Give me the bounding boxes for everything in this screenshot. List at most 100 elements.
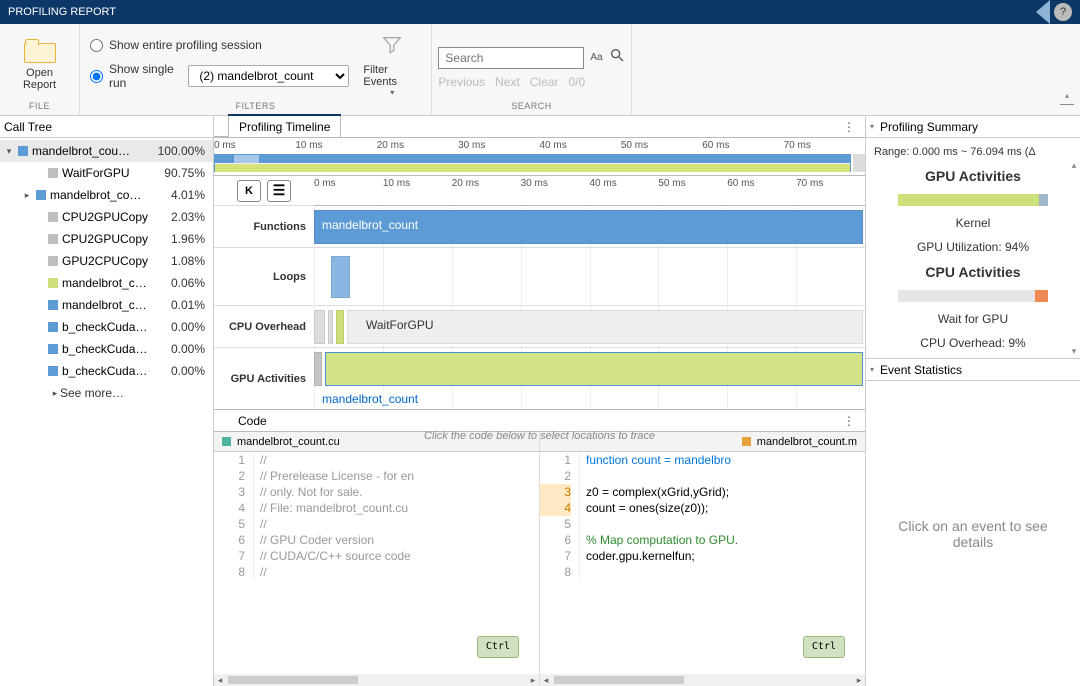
filter-events-label: Filter Events [363, 64, 421, 88]
row-percent: 0.06% [149, 276, 205, 290]
match-case-toggle[interactable]: Aa [590, 52, 602, 63]
chevron-down-icon: ▾ [390, 88, 394, 97]
row-label: b_checkCudaEr… [62, 364, 149, 378]
event-statistics-header[interactable]: ▾ Event Statistics [866, 359, 1080, 381]
folder-icon[interactable] [24, 39, 56, 63]
row-percent: 1.96% [149, 232, 205, 246]
row-label: CPU2GPUCopy [62, 210, 149, 224]
row-label-gpu: GPU Activities [214, 348, 314, 409]
call-tree-row[interactable]: mandelbrot_co…0.06% [0, 272, 213, 294]
call-tree-row[interactable]: ▾ mandelbrot_cou…100.00% [0, 140, 213, 162]
row-canvas-cpu[interactable]: WaitForGPU [314, 306, 865, 347]
row-canvas-gpu[interactable]: mandelbrot_count [314, 348, 865, 409]
radio-show-single[interactable]: Show single run (2) mandelbrot_count [90, 62, 349, 90]
color-swatch [48, 322, 58, 332]
call-tree-panel: Call Tree ▾mandelbrot_cou…100.00%WaitFor… [0, 116, 214, 686]
hscroll-cu[interactable]: ◂▸ [214, 674, 539, 686]
hscroll-m[interactable]: ◂▸ [540, 674, 865, 686]
expander-icon[interactable]: ▾ [4, 146, 14, 157]
right-panel: ▾ Profiling Summary ▴ Range: 0.000 ms ~ … [866, 116, 1080, 686]
collapse-icon: ▾ [870, 122, 874, 131]
search-icon[interactable] [609, 47, 625, 68]
segment-gpu-link[interactable]: mandelbrot_count [322, 392, 418, 406]
overview-scrollbar[interactable] [853, 154, 865, 172]
code-menu-icon[interactable]: ⋮ [843, 414, 865, 428]
gpu-utilization: GPU Utilization: 94% [917, 240, 1029, 254]
open-report-button[interactable]: Open Report [10, 67, 69, 91]
funnel-icon [381, 34, 403, 62]
timeline-tabbar: Profiling Timeline ⋮ [214, 116, 865, 138]
call-tree-row[interactable]: GPU2CPUCopy1.08% [0, 250, 213, 272]
call-tree-row[interactable]: b_checkCudaEr…0.00% [0, 338, 213, 360]
call-tree-row[interactable]: CPU2GPUCopy2.03% [0, 206, 213, 228]
tab-profiling-timeline[interactable]: Profiling Timeline [228, 116, 341, 137]
row-label: WaitForGPU [62, 166, 149, 180]
row-percent: 2.03% [149, 210, 205, 224]
call-tree-row[interactable]: b_checkCudaEr…0.00% [0, 360, 213, 382]
timeline-menu-icon[interactable]: ⋮ [843, 120, 865, 134]
row-label: b_checkCudaEr… [62, 320, 149, 334]
profiling-summary-header[interactable]: ▾ Profiling Summary [866, 116, 1080, 138]
search-input[interactable] [438, 47, 584, 69]
row-percent: 0.01% [149, 298, 205, 312]
row-canvas-functions[interactable]: mandelbrot_count [314, 206, 865, 247]
code-area-m[interactable]: 12345678 function count = mandelbroz0 = … [540, 452, 865, 674]
radio-single-label: Show single run [109, 62, 178, 90]
search-next[interactable]: Next [495, 75, 520, 89]
row-percent: 0.00% [149, 320, 205, 334]
toggle-kernel-view[interactable]: K [237, 180, 261, 202]
call-tree-header: Call Tree [0, 116, 213, 138]
call-tree-row[interactable]: WaitForGPU90.75% [0, 162, 213, 184]
color-swatch [48, 344, 58, 354]
call-tree-rows[interactable]: ▾mandelbrot_cou…100.00%WaitForGPU90.75%▸… [0, 140, 213, 686]
color-swatch [48, 212, 58, 222]
code-area-cu[interactable]: 12345678 //// Prerelease License - for e… [214, 452, 539, 674]
row-percent: 100.00% [149, 144, 205, 158]
code-header-label: Code [214, 414, 267, 428]
color-swatch [48, 366, 58, 376]
row-label: b_checkCudaEr… [62, 342, 149, 356]
summary-range: Range: 0.000 ms ~ 76.094 ms (Δ [874, 146, 1036, 158]
cu-swatch-icon [222, 437, 231, 446]
cpu-caption: Wait for GPU [938, 312, 1008, 326]
radio-entire-input[interactable] [90, 39, 103, 52]
help-button[interactable]: ? [1054, 3, 1072, 21]
row-label: GPU2CPUCopy [62, 254, 149, 268]
search-count: 0/0 [568, 75, 585, 89]
row-canvas-loops[interactable] [314, 248, 865, 305]
collapse-icon-2: ▾ [870, 365, 874, 374]
scroll-up-icon[interactable]: ▴ [1068, 160, 1080, 172]
scroll-down-icon[interactable]: ▾ [1068, 346, 1080, 358]
call-tree-row[interactable]: mandelbrot_cou…0.01% [0, 294, 213, 316]
toolstrip-collapse[interactable] [1060, 99, 1074, 109]
radio-show-entire[interactable]: Show entire profiling session [90, 38, 349, 52]
color-swatch [18, 146, 28, 156]
row-label-functions: Functions [214, 206, 314, 247]
filter-events-button[interactable]: Filter Events ▾ [363, 34, 421, 97]
call-tree-row[interactable]: CPU2GPUCopy1.96% [0, 228, 213, 250]
timeline-main-ruler[interactable]: 0 ms10 ms20 ms30 ms40 ms50 ms60 ms70 ms [314, 176, 865, 206]
gpu-activities-bar [898, 194, 1048, 206]
profiling-summary-body: ▴ Range: 0.000 ms ~ 76.094 ms (Δ GPU Act… [866, 138, 1080, 359]
cpu-activities-bar [898, 290, 1048, 302]
row-label: mandelbrot_cou… [62, 298, 149, 312]
tab-label: Profiling Timeline [239, 120, 330, 134]
color-swatch [48, 168, 58, 178]
search-previous[interactable]: Previous [438, 75, 485, 89]
cu-tab-label: mandelbrot_count.cu [237, 436, 340, 448]
toggle-list-view[interactable]: ☰ [267, 180, 291, 202]
run-select[interactable]: (2) mandelbrot_count [188, 65, 349, 87]
see-more-row[interactable]: ▸ See more… [0, 382, 213, 404]
search-clear[interactable]: Clear [530, 75, 559, 89]
call-tree-row[interactable]: b_checkCudaEr…0.00% [0, 316, 213, 338]
call-tree-row[interactable]: ▸mandelbrot_co…4.01% [0, 184, 213, 206]
timeline-overview-ruler[interactable]: 0 ms10 ms20 ms30 ms40 ms50 ms60 ms70 ms [214, 138, 865, 176]
expander-icon[interactable]: ▸ [22, 190, 32, 201]
report-title: PROFILING REPORT [8, 6, 116, 18]
m-swatch-icon [742, 437, 751, 446]
titlebar-chevron-icon [1036, 0, 1050, 24]
radio-single-input[interactable] [90, 70, 103, 83]
row-label: mandelbrot_cou… [32, 144, 149, 158]
summary-header-label: Profiling Summary [880, 120, 978, 134]
row-label: mandelbrot_co… [50, 188, 149, 202]
